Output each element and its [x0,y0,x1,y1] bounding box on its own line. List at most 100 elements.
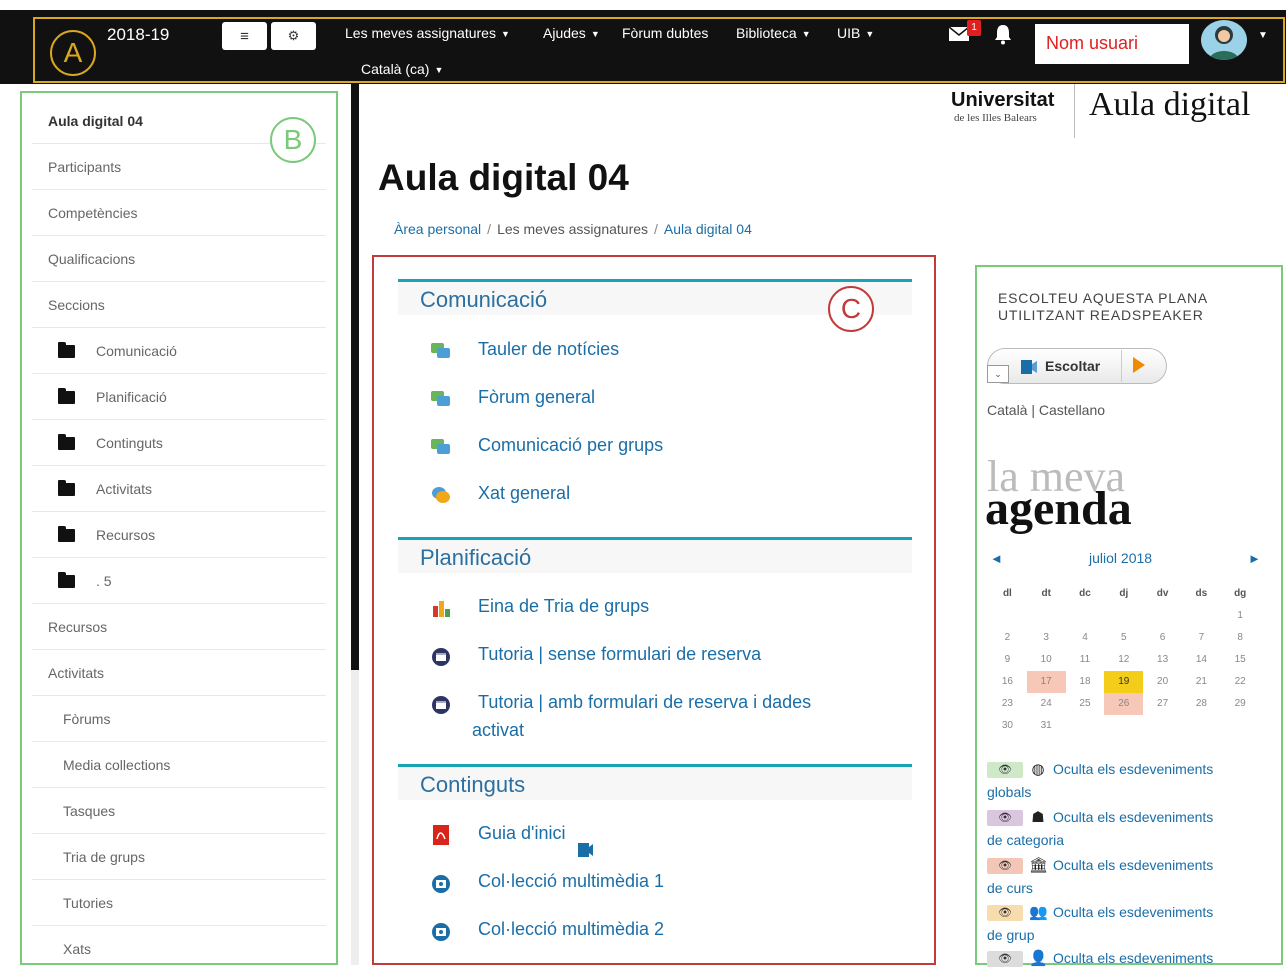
sidebar-item-group-choice[interactable]: Tria de grups [32,834,326,880]
play-icon[interactable] [1133,357,1145,373]
sidebar-item-resources[interactable]: Recursos [32,604,326,650]
hide-course-events[interactable]: 👁 🏛 Oculta els esdeveniments de curs [987,854,1267,899]
sidebar-item-activities[interactable]: Activitats [32,650,326,696]
folder-icon [58,480,75,496]
calendar-day[interactable]: 15 [1221,649,1260,671]
calendar-day[interactable]: 1 [1221,605,1260,627]
forum-icon [431,439,450,454]
readspeaker-languages[interactable]: Català | Castellano [987,402,1105,418]
nav-uib[interactable]: UIB ▼ [837,25,874,41]
hide-user-events[interactable]: 👁 👤 Oculta els esdeveniments [987,947,1267,970]
section-header-continguts[interactable]: Continguts [398,764,912,800]
calendar-day[interactable]: 7 [1182,627,1221,649]
nav-library[interactable]: Biblioteca ▼ [736,25,811,41]
calendar-next-month-icon[interactable]: ► [1248,551,1261,566]
calendar-day[interactable]: 11 [1066,649,1105,671]
calendar-grid: dl dt dc dj dv ds dg 1 2 3 4 5 6 7 8 9 10 11 12 13 14 15 16 17 1… [988,583,1260,737]
calendar-day[interactable]: 17 [1026,671,1066,693]
calendar-week: 2345678 [988,627,1260,649]
caret-down-icon[interactable]: ▼ [1258,30,1268,41]
menu-toggle-button[interactable]: ≡ [222,22,267,50]
calendar-day[interactable]: 27 [1143,693,1182,715]
sidebar-item-sections[interactable]: Seccions [32,282,326,328]
sidebar-item-tutorials[interactable]: Tutories [32,880,326,926]
unread-messages-badge: 1 [967,20,981,36]
nav-forum[interactable]: Fòrum dubtes [622,25,708,41]
calendar-day[interactable]: 8 [1221,627,1260,649]
sidebar-item-forums[interactable]: Fòrums [32,696,326,742]
calendar-weekday: dt [1041,588,1051,599]
calendar-day[interactable]: 26 [1104,693,1144,715]
calendar-day[interactable]: 4 [1066,627,1105,649]
calendar-day[interactable]: 14 [1182,649,1221,671]
nav-my-courses[interactable]: Les meves assignatures ▼ [345,25,510,41]
avatar[interactable] [1201,20,1247,60]
hide-global-events[interactable]: 👁 ◍ Oculta els esdeveniments globals [987,758,1267,803]
calendar-day [1104,605,1143,627]
sidebar-item-section-activitats[interactable]: Activitats [32,466,326,512]
calendar-day[interactable]: 21 [1182,671,1221,693]
language-selector[interactable]: Català (ca) ▼ [361,61,443,77]
listen-label: Escoltar [1045,358,1101,374]
calendar-day[interactable]: 20 [1143,671,1182,693]
calendar-day[interactable]: 12 [1104,649,1143,671]
calendar-prev-month-icon[interactable]: ◄ [990,551,1003,566]
section-header-planificacio[interactable]: Planificació [398,537,912,573]
sidebar-item-section-5[interactable]: . 5 [32,558,326,604]
sidebar-item-media-collections[interactable]: Media collections [32,742,326,788]
caret-down-icon: ▼ [434,65,444,76]
breadcrumb-my-courses[interactable]: Les meves assignatures [497,221,648,237]
readspeaker-dropdown-icon[interactable]: ⌄ [987,365,1009,383]
folder-icon [58,342,75,358]
page-title: Aula digital 04 [378,157,629,198]
sidebar-item-section-planificacio[interactable]: Planificació [32,374,326,420]
readspeaker-icon[interactable] [577,841,595,859]
calendar-day[interactable]: 29 [1221,693,1260,715]
folder-icon [58,434,75,450]
sidebar-scrollbar[interactable] [351,84,359,670]
calendar-day[interactable]: 5 [1104,627,1143,649]
bell-icon[interactable] [993,23,1013,45]
breadcrumb: Àrea personal / Les meves assignatures / Aul… [394,221,752,237]
sidebar-item-section-continguts[interactable]: Continguts [32,420,326,466]
breadcrumb-course[interactable]: Aula digital 04 [664,221,752,237]
calendar-weekday: ds [1195,588,1208,599]
calendar-day[interactable]: 9 [988,649,1027,671]
sidebar-item-section-comunicacio[interactable]: Comunicació [32,328,326,374]
calendar-month[interactable]: juliol 2018 [1089,550,1152,566]
sidebar-item-section-recursos[interactable]: Recursos [32,512,326,558]
calendar-day [1182,715,1221,737]
calendar-day[interactable]: 22 [1221,671,1260,693]
calendar-day[interactable]: 30 [988,715,1027,737]
nav-help[interactable]: Ajudes ▼ [543,25,600,41]
sidebar-item-grades[interactable]: Qualificacions [32,236,326,282]
site-logo[interactable]: Universitat de les Illes Balears Aula di… [941,84,1286,140]
calendar-day[interactable]: 3 [1027,627,1066,649]
calendar-weekday: dv [1156,588,1169,599]
calendar-day[interactable]: 25 [1066,693,1105,715]
calendar-day[interactable]: 6 [1143,627,1182,649]
username-field[interactable]: Nom usuari [1035,24,1189,64]
calendar-day[interactable]: 24 [1027,693,1066,715]
calendar-weekdays: dl dt dc dj dv ds dg [988,583,1260,605]
chat-icon [432,487,450,503]
sidebar-item-assignments[interactable]: Tasques [32,788,326,834]
media-collection-icon [432,875,450,893]
calendar-day[interactable]: 13 [1143,649,1182,671]
calendar-day[interactable]: 10 [1027,649,1066,671]
calendar-day[interactable]: 16 [988,671,1027,693]
sidebar-scrollbar-track [351,670,359,965]
hide-category-events[interactable]: 👁 ☗ Oculta els esdeveniments de categoria [987,806,1267,851]
calendar-day[interactable]: 31 [1027,715,1066,737]
calendar-day[interactable]: 23 [988,693,1027,715]
breadcrumb-home[interactable]: Àrea personal [394,221,481,237]
hide-group-events[interactable]: 👁 👥 Oculta els esdeveniments de grup [987,901,1267,946]
scheduler-icon [432,696,450,714]
calendar-day[interactable]: 28 [1182,693,1221,715]
calendar-day[interactable]: 19 [1104,671,1144,693]
calendar-day[interactable]: 18 [1066,671,1105,693]
settings-button[interactable]: ⚙ [271,22,316,50]
calendar-day[interactable]: 2 [988,627,1027,649]
sidebar-item-competencies[interactable]: Competències [32,190,326,236]
sidebar-item-chats[interactable]: Xats [32,926,326,963]
